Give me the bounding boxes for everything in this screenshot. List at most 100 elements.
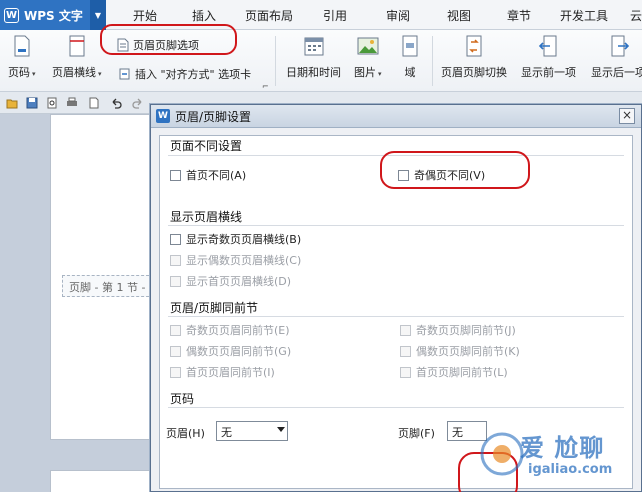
checkbox-box <box>400 345 411 357</box>
insert-tab-icon <box>119 68 130 80</box>
footer-page-number-label: 页脚(F) <box>398 427 435 440</box>
checkbox-box <box>400 366 411 378</box>
picture-button[interactable]: 图片 ▾ <box>354 34 382 80</box>
first-footer-same-checkbox: 首页页脚同前节(L) <box>400 364 508 380</box>
checkbox-label: 首页页眉同前节(I) <box>186 366 275 379</box>
checkbox-label: 首页不同(A) <box>186 169 247 182</box>
tab-insert[interactable]: 插入 <box>192 7 216 24</box>
section-title-page-number: 页码 <box>170 392 195 406</box>
checkbox-label: 首页页脚同前节(L) <box>416 366 508 379</box>
print-preview-icon[interactable] <box>46 97 58 109</box>
picture-icon <box>357 37 379 55</box>
tab-cloud[interactable]: 云 <box>630 7 642 24</box>
checkbox-box <box>170 324 181 336</box>
tab-review[interactable]: 审阅 <box>386 7 410 24</box>
section-title-link-previous: 页眉/页脚同前节 <box>170 301 259 315</box>
menu-bar: W WPS 文字 ▼ 开始 插入 页面布局 引用 审阅 视图 章节 开发工具 云 <box>0 0 642 30</box>
footer-section-tag: 页脚 - 第 1 节 - <box>62 275 154 297</box>
document-icon[interactable] <box>88 97 100 109</box>
print-icon[interactable] <box>66 97 78 109</box>
highlight-ring <box>380 151 530 189</box>
save-icon[interactable] <box>26 97 38 109</box>
document-page[interactable] <box>50 470 155 492</box>
redo-icon[interactable] <box>132 97 144 109</box>
open-folder-icon[interactable] <box>6 97 18 109</box>
ribbon: 页码 ▾ 页眉横线 ▾ 页眉页脚选项 插入 "对齐方式" 选项卡 ⌐ 日期和时间… <box>0 24 642 92</box>
first-page-different-checkbox[interactable]: 首页不同(A) <box>170 167 246 183</box>
insert-align-tab-label: 插入 "对齐方式" 选项卡 <box>135 68 252 81</box>
highlight-ring <box>100 24 237 55</box>
dialog-title: 页眉/页脚设置 <box>175 109 252 124</box>
watermark-url: igaliao.com <box>528 462 613 477</box>
dropdown-arrow-icon: ▾ <box>98 70 102 78</box>
checkbox-label: 偶数页页眉同前节(G) <box>186 345 292 358</box>
tab-view[interactable]: 视图 <box>447 7 471 24</box>
page-number-icon <box>14 35 30 57</box>
switch-header-footer-button[interactable]: 页眉页脚切换 <box>441 34 507 80</box>
date-time-button[interactable]: 日期和时间 <box>286 34 341 80</box>
dialog-title-bar[interactable]: W 页眉/页脚设置 <box>151 105 641 128</box>
show-next-button[interactable]: 显示后一项 <box>591 34 642 80</box>
checkbox-label: 显示奇数页页眉横线(B) <box>186 233 302 246</box>
even-footer-same-checkbox: 偶数页页脚同前节(K) <box>400 343 520 359</box>
tab-home[interactable]: 开始 <box>133 7 157 24</box>
odd-footer-same-checkbox: 奇数页页脚同前节(J) <box>400 322 516 338</box>
show-previous-button[interactable]: 显示前一项 <box>521 34 576 80</box>
checkbox-box <box>170 275 181 287</box>
app-name: WPS 文字 <box>24 8 83 23</box>
select-value: 无 <box>452 426 463 439</box>
tab-page-layout[interactable]: 页面布局 <box>245 7 293 24</box>
ribbon-separator <box>432 36 433 86</box>
page-number-label: 页码 <box>8 66 30 79</box>
checkbox-box <box>170 366 181 378</box>
show-odd-header-line-checkbox[interactable]: 显示奇数页页眉横线(B) <box>170 231 301 247</box>
first-header-same-checkbox: 首页页眉同前节(I) <box>170 364 275 380</box>
field-button[interactable]: 域 <box>399 34 421 80</box>
checkbox-box <box>400 324 411 336</box>
show-first-header-line-checkbox: 显示首页页眉横线(D) <box>170 273 291 289</box>
show-even-header-line-checkbox: 显示偶数页页眉横线(C) <box>170 252 301 268</box>
switch-header-footer-label: 页眉页脚切换 <box>441 66 507 79</box>
page-number-button[interactable]: 页码 ▾ <box>8 34 36 80</box>
tab-developer[interactable]: 开发工具 <box>560 7 608 24</box>
header-line-icon <box>69 35 85 57</box>
next-icon <box>611 35 629 57</box>
header-line-button[interactable]: 页眉横线 ▾ <box>52 34 102 80</box>
header-page-number-label: 页眉(H) <box>166 427 205 440</box>
wps-logo-icon: W <box>4 7 19 23</box>
undo-icon[interactable] <box>110 97 122 109</box>
tab-references[interactable]: 引用 <box>323 7 347 24</box>
dropdown-arrow-icon: ▾ <box>32 70 36 78</box>
calendar-icon <box>304 37 323 56</box>
checkbox-box[interactable] <box>170 169 181 181</box>
group-launcher-icon[interactable]: ⌐ <box>262 82 269 91</box>
odd-header-same-checkbox: 奇数页页眉同前节(E) <box>170 322 290 338</box>
tab-chapter[interactable]: 章节 <box>507 7 531 24</box>
header-page-number-select[interactable]: 无 <box>216 421 288 441</box>
chevron-down-icon: ▼ <box>90 0 106 30</box>
checkbox-label: 显示首页页眉横线(D) <box>186 275 292 288</box>
date-time-label: 日期和时间 <box>286 66 341 79</box>
dropdown-arrow-icon: ▾ <box>378 70 382 78</box>
even-header-same-checkbox: 偶数页页眉同前节(G) <box>170 343 291 359</box>
checkbox-label: 偶数页页脚同前节(K) <box>416 345 520 358</box>
section-title-different-pages: 页面不同设置 <box>170 139 243 153</box>
header-line-label: 页眉横线 <box>52 66 96 79</box>
select-value: 无 <box>221 426 232 439</box>
ribbon-separator <box>275 36 276 86</box>
close-button[interactable]: × <box>619 108 635 124</box>
previous-icon <box>538 35 556 57</box>
field-icon <box>402 35 418 57</box>
insert-align-tab-button[interactable]: 插入 "对齐方式" 选项卡 <box>118 66 251 82</box>
section-divider <box>168 316 624 317</box>
section-divider <box>168 225 624 226</box>
field-label: 域 <box>404 66 416 79</box>
chevron-down-icon <box>277 427 285 432</box>
app-menu-button[interactable]: W WPS 文字 ▼ <box>0 0 106 30</box>
picture-label: 图片 <box>354 66 376 79</box>
checkbox-label: 奇数页页眉同前节(E) <box>186 324 290 337</box>
switch-icon <box>466 35 482 57</box>
wps-logo-icon: W <box>156 109 170 123</box>
show-next-label: 显示后一项 <box>591 66 642 79</box>
checkbox-box[interactable] <box>170 233 181 245</box>
